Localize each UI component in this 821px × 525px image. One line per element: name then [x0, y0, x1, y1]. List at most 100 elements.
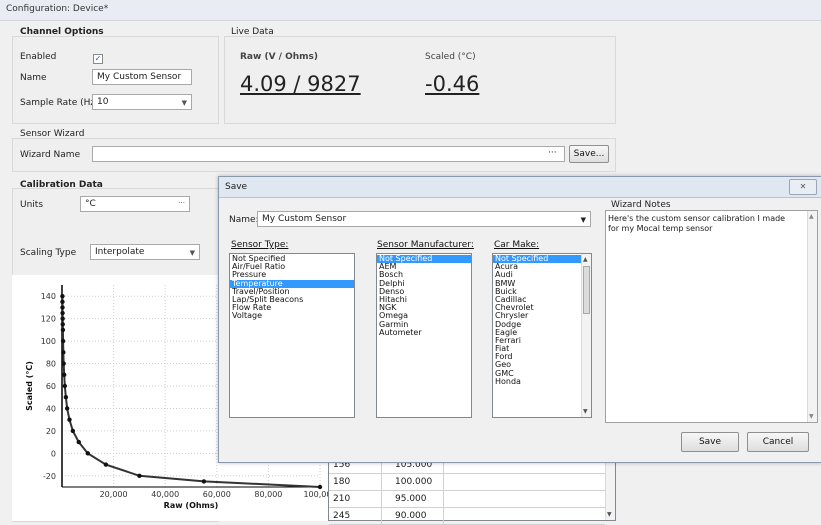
enabled-checkbox[interactable]: ✓	[93, 54, 103, 64]
sample-rate-select[interactable]: 10 ▼	[92, 94, 192, 110]
data-point	[62, 383, 68, 389]
dialog-save-button[interactable]: Save	[681, 432, 739, 452]
calibration-title: Calibration Data	[20, 180, 103, 190]
data-point	[67, 417, 72, 422]
data-point	[76, 439, 81, 445]
y-axis-label: Scaled (°C)	[25, 361, 34, 411]
wizard-name-ellipsis-button[interactable]: ···	[548, 148, 557, 158]
dialog-name-value: My Custom Sensor	[262, 214, 347, 224]
data-point	[63, 395, 69, 400]
chevron-down-icon[interactable]: ▼	[607, 511, 612, 518]
column-divider	[443, 473, 444, 490]
scaled-value: -0.46	[425, 72, 480, 96]
sample-rate-label: Sample Rate (Hz)	[20, 98, 99, 108]
manufacturer-list[interactable]: Not Specified AEM Bosch Delphi Denso Hitachi N…	[376, 253, 472, 418]
data-point	[61, 350, 66, 355]
units-ellipsis-button[interactable]: ···	[178, 198, 185, 208]
window-title: Configuration: Device*	[6, 4, 109, 14]
data-point	[64, 406, 70, 411]
table-cell-scaled: 90.000	[395, 511, 427, 521]
y-tick-label: 0	[51, 449, 56, 458]
scaling-type-label: Scaling Type	[20, 248, 77, 258]
save-dialog: Save ✕ Name: My Custom Sensor ▼ Sensor T…	[218, 176, 821, 463]
table-cell-raw: 210	[333, 494, 351, 504]
table-cell-raw: 180	[333, 477, 351, 487]
scaling-type-select[interactable]: Interpolate ▼	[90, 244, 200, 260]
sensor-wizard-title: Sensor Wizard	[20, 129, 85, 139]
data-point	[60, 338, 66, 344]
sensor-type-label: Sensor Type:	[231, 240, 289, 250]
data-point	[103, 462, 109, 467]
notes-label: Wizard Notes	[611, 200, 671, 210]
y-tick-label: 60	[46, 382, 56, 391]
calibration-table: 156 105.000 180 100.000 210 95.000 245 90.000 ▼	[328, 455, 616, 525]
raw-label: Raw (V / Ohms)	[240, 52, 318, 62]
data-point	[60, 305, 65, 310]
manufacturer-label: Sensor Manufacturer:	[377, 240, 474, 250]
window-titlebar: Configuration: Device*	[0, 0, 821, 21]
x-axis-label: Raw (Ohms)	[164, 501, 219, 510]
chevron-up-icon[interactable]: ▲	[809, 213, 814, 220]
data-point	[201, 479, 207, 484]
dialog-name-label: Name:	[229, 215, 259, 225]
notes-text: Here's the custom sensor calibration I m…	[608, 214, 786, 233]
data-point	[60, 327, 66, 333]
chevron-down-icon[interactable]: ▼	[809, 413, 814, 420]
scrollbar-thumb[interactable]	[583, 266, 590, 314]
chevron-down-icon: ▼	[580, 216, 586, 224]
data-point	[60, 316, 65, 321]
table-scrollbar[interactable]: ▼	[605, 456, 615, 520]
list-item[interactable]: Honda	[493, 377, 591, 386]
sample-rate-value: 10	[97, 97, 109, 107]
table-row[interactable]: 180 100.000	[329, 473, 605, 491]
list-item[interactable]: Voltage	[230, 312, 354, 320]
y-tick-label: 80	[46, 360, 56, 369]
data-point	[61, 361, 66, 366]
x-tick-label: 80,000	[254, 490, 282, 499]
data-point	[61, 372, 67, 377]
dialog-cancel-button[interactable]: Cancel	[747, 432, 809, 452]
data-point	[137, 473, 142, 478]
wizard-name-label: Wizard Name	[20, 150, 81, 160]
close-button[interactable]: ✕	[789, 179, 817, 195]
table-cell-raw: 245	[333, 511, 351, 521]
channel-options-title: Channel Options	[20, 27, 104, 37]
notes-textarea[interactable]: Here's the custom sensor calibration I m…	[605, 210, 818, 423]
raw-value: 4.09 / 9827	[240, 72, 361, 96]
chevron-down-icon[interactable]: ▼	[583, 408, 588, 415]
table-row[interactable]: 210 95.000	[329, 490, 605, 508]
car-make-list[interactable]: Not Specified Acura Audi BMW Buick Cadillac Ch…	[492, 253, 592, 418]
table-cell-scaled: 95.000	[395, 494, 427, 504]
units-input[interactable]: °C ···	[80, 196, 190, 212]
data-point	[317, 484, 323, 490]
data-point	[60, 322, 65, 327]
name-input[interactable]: My Custom Sensor	[92, 69, 192, 85]
data-point	[60, 294, 65, 299]
dialog-name-select[interactable]: My Custom Sensor ▼	[257, 211, 591, 227]
wizard-save-button[interactable]: Save...	[569, 145, 609, 163]
dialog-titlebar: Save ✕	[219, 177, 821, 198]
data-point	[60, 299, 65, 305]
y-tick-label: 120	[41, 315, 56, 324]
name-label: Name	[20, 73, 47, 83]
scaling-type-value: Interpolate	[95, 247, 145, 257]
y-tick-label: 40	[46, 404, 56, 413]
car-make-label: Car Make:	[494, 240, 540, 250]
live-data-title: Live Data	[231, 27, 274, 37]
table-cell-scaled: 100.000	[395, 477, 433, 487]
sensor-type-list[interactable]: Not Specified Air/Fuel Ratio Pressure Tempe…	[229, 253, 355, 418]
dialog-title: Save	[225, 182, 248, 192]
data-point	[60, 310, 65, 316]
column-divider	[443, 490, 444, 507]
wizard-name-input[interactable]	[92, 146, 565, 162]
car-make-scrollbar[interactable]: ▲ ▼	[581, 254, 591, 417]
column-divider	[381, 507, 382, 524]
y-tick-label: 100	[41, 337, 56, 346]
chevron-up-icon[interactable]: ▲	[583, 256, 588, 263]
close-icon: ✕	[799, 182, 807, 191]
column-divider	[381, 473, 382, 490]
table-row[interactable]: 245 90.000	[329, 507, 605, 525]
x-tick-label: 20,000	[100, 490, 128, 499]
notes-scrollbar[interactable]: ▲ ▼	[807, 211, 817, 422]
list-item[interactable]: Autometer	[377, 328, 471, 337]
